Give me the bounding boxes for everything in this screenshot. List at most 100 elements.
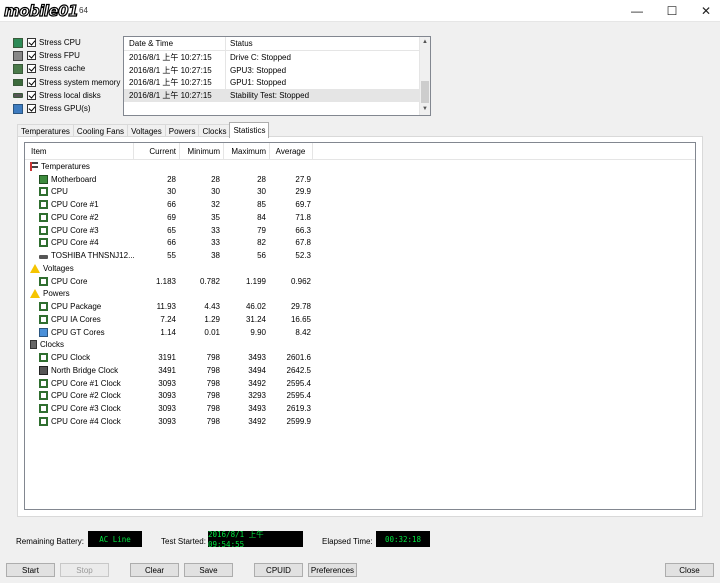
table-row[interactable]: CPU Core #2 69 35 84 71.8 — [25, 211, 695, 224]
cpuid-button[interactable]: CPUID — [254, 563, 303, 577]
test-started-value: 2016/8/1 上午 09:54:55 — [208, 530, 303, 549]
row-current: 55 — [167, 251, 176, 261]
row-item: CPU Core #3 Clock — [25, 402, 134, 415]
app-logo: mobile01 64 — [3, 1, 88, 20]
stress-checkbox[interactable] — [27, 104, 36, 114]
row-minimum: 798 — [206, 353, 220, 363]
row-item-label: CPU Core #2 Clock — [51, 391, 121, 401]
row-average: 27.9 — [295, 174, 311, 184]
log-header-status[interactable]: Status — [226, 39, 253, 48]
stress-checkbox[interactable] — [27, 77, 36, 87]
stress-checkbox[interactable] — [27, 64, 36, 74]
table-row[interactable]: CPU Core #1 Clock 3093 798 3492 2595.4 — [25, 377, 695, 390]
row-minimum: 28 — [211, 174, 220, 184]
stress-checkbox[interactable] — [27, 51, 36, 61]
row-minimum: 33 — [211, 225, 220, 235]
log-row[interactable]: 2016/8/1 上午 10:27:15 GPU3: Stopped — [124, 63, 430, 77]
table-row[interactable]: CPU Core #3 65 33 79 66.3 — [25, 224, 695, 237]
header-maximum[interactable]: Maximum — [224, 143, 270, 159]
row-item: CPU Core #1 Clock — [25, 377, 134, 390]
row-item-label: TOSHIBA THNSNJ12... — [51, 251, 134, 261]
row-item-label: CPU Core #4 Clock — [51, 416, 121, 426]
stress-option[interactable]: Stress GPU(s) — [13, 102, 120, 115]
row-maximum: 1.199 — [245, 276, 266, 286]
row-minimum: 35 — [211, 212, 220, 222]
close-button[interactable]: Close — [665, 563, 714, 577]
row-minimum — [180, 262, 224, 275]
table-group-row[interactable]: Voltages — [25, 262, 695, 275]
table-row[interactable]: CPU Core #4 66 33 82 67.8 — [25, 237, 695, 250]
stress-option[interactable]: Stress CPU — [13, 36, 120, 49]
header-average[interactable]: Average — [270, 143, 313, 159]
table-row[interactable]: CPU Core 1.183 0.782 1.199 0.962 — [25, 275, 695, 288]
scroll-down-icon[interactable]: ▼ — [420, 104, 430, 115]
row-average: 2642.5 — [286, 365, 311, 375]
row-item-label: CPU Core #1 — [51, 200, 99, 210]
row-current: 69 — [167, 212, 176, 222]
scroll-thumb[interactable] — [421, 81, 429, 103]
log-scrollbar[interactable]: ▲ ▼ — [419, 37, 430, 115]
row-item: TOSHIBA THNSNJ12... — [25, 249, 134, 262]
cpu-chip-icon — [39, 200, 48, 210]
stress-option[interactable]: Stress local disks — [13, 89, 120, 102]
header-current[interactable]: Current — [134, 143, 180, 159]
table-row[interactable]: CPU Core #1 66 32 85 69.7 — [25, 198, 695, 211]
table-row[interactable]: CPU GT Cores 1.14 0.01 9.90 8.42 — [25, 326, 695, 339]
stress-option[interactable]: Stress system memory — [13, 76, 120, 89]
table-row[interactable]: CPU Core #3 Clock 3093 798 3493 2619.3 — [25, 402, 695, 415]
row-item-label: CPU GT Cores — [51, 327, 105, 337]
stop-button[interactable]: Stop — [60, 563, 109, 577]
cpu-chip-icon — [39, 378, 48, 388]
table-row[interactable]: CPU 30 30 30 29.9 — [25, 186, 695, 199]
row-item: North Bridge Clock — [25, 364, 134, 377]
row-item-label: Motherboard — [51, 174, 97, 184]
stress-option[interactable]: Stress FPU — [13, 49, 120, 62]
minimize-button[interactable]: — — [620, 0, 654, 22]
save-button[interactable]: Save — [184, 563, 233, 577]
scroll-up-icon[interactable]: ▲ — [420, 37, 430, 48]
table-header: Item Current Minimum Maximum Average — [25, 143, 695, 160]
test-started-label: Test Started: — [161, 536, 206, 546]
header-item[interactable]: Item — [25, 143, 134, 159]
stress-checkbox[interactable] — [27, 38, 36, 48]
cpu-chip-icon — [39, 404, 48, 414]
log-status: Stability Test: Stopped — [230, 91, 310, 101]
tab-statistics[interactable]: Statistics — [229, 122, 270, 138]
row-average: 67.8 — [295, 238, 311, 248]
motherboard-icon — [39, 174, 48, 184]
stress-option[interactable]: Stress cache — [13, 62, 120, 75]
table-row[interactable]: TOSHIBA THNSNJ12... 55 38 56 52.3 — [25, 249, 695, 262]
stress-checkbox[interactable] — [27, 90, 36, 100]
log-header-datetime[interactable]: Date & Time — [124, 37, 226, 50]
table-row[interactable]: CPU Core #4 Clock 3093 798 3492 2599.9 — [25, 415, 695, 428]
row-maximum: 30 — [257, 187, 266, 197]
row-maximum: 3492 — [248, 378, 266, 388]
row-item: Motherboard — [25, 173, 134, 186]
preferences-button[interactable]: Preferences — [308, 563, 357, 577]
log-datetime: 2016/8/1 上午 10:27:15 — [124, 63, 226, 77]
table-row[interactable]: Motherboard 28 28 28 27.9 — [25, 173, 695, 186]
maximize-button[interactable]: ☐ — [655, 0, 689, 22]
row-item: Clocks — [25, 339, 134, 352]
table-row[interactable]: CPU Core #2 Clock 3093 798 3293 2595.4 — [25, 390, 695, 403]
table-group-row[interactable]: Powers — [25, 288, 695, 301]
table-group-row[interactable]: Clocks — [25, 339, 695, 352]
table-row[interactable]: CPU Clock 3191 798 3493 2601.6 — [25, 351, 695, 364]
row-average — [270, 160, 313, 173]
row-item-label: Temperatures — [41, 161, 90, 171]
log-row[interactable]: 2016/8/1 上午 10:27:15 Drive C: Stopped — [124, 51, 430, 64]
table-group-row[interactable]: Temperatures — [25, 160, 695, 173]
row-maximum — [224, 160, 270, 173]
log-row[interactable]: 2016/8/1 上午 10:27:15 Stability Test: Stop… — [124, 89, 430, 103]
row-average: 16.65 — [290, 314, 311, 324]
close-window-button[interactable]: ✕ — [689, 0, 720, 22]
event-log: Date & Time Status 2016/8/1 上午 10:27:15 D… — [123, 36, 431, 116]
row-item: CPU Core #4 Clock — [25, 415, 134, 428]
header-minimum[interactable]: Minimum — [180, 143, 224, 159]
start-button[interactable]: Start — [6, 563, 55, 577]
table-row[interactable]: North Bridge Clock 3491 798 3494 2642.5 — [25, 364, 695, 377]
table-row[interactable]: CPU Package 11.93 4.43 46.02 29.78 — [25, 300, 695, 313]
clear-button[interactable]: Clear — [130, 563, 179, 577]
table-row[interactable]: CPU IA Cores 7.24 1.29 31.24 16.65 — [25, 313, 695, 326]
log-row[interactable]: 2016/8/1 上午 10:27:15 GPU1: Stopped — [124, 76, 430, 90]
